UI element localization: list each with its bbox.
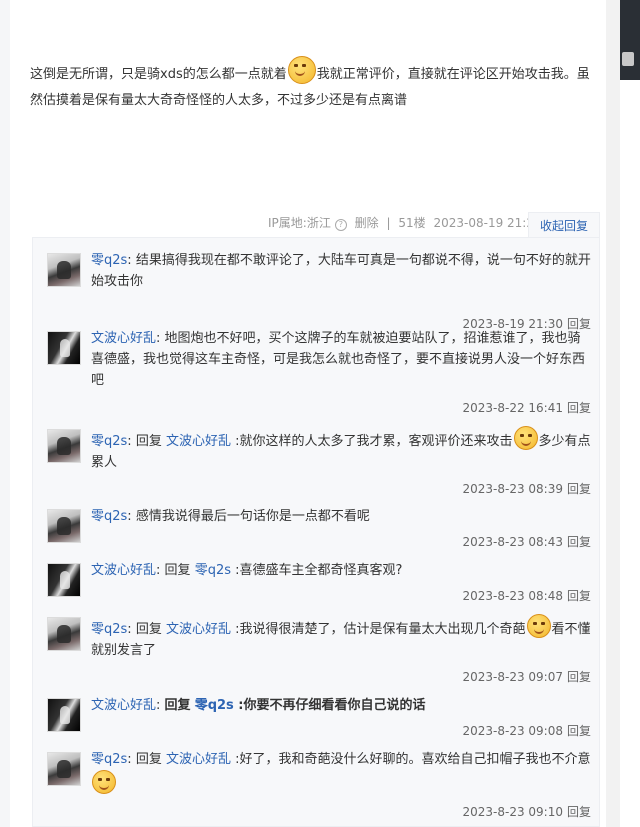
question-icon[interactable]: ? (334, 219, 347, 231)
reply-sep: : (230, 622, 240, 637)
reply-username[interactable]: 文波心好乱 (91, 563, 156, 578)
left-margin (0, 0, 10, 827)
reply-time: 2023-8-23 09:07 (462, 670, 563, 684)
reply-word: 回复 (135, 434, 162, 449)
avatar[interactable] (47, 253, 81, 287)
reply-target[interactable]: 文波心好乱 (166, 434, 231, 449)
reply-content: 零q2s: 回复 文波心好乱 :好了，我和奇葩没什么好聊的。喜欢给自己扣帽子我也… (91, 749, 591, 796)
reply-text: 就你这样的人太多了我才累，客观评价还来攻击 (239, 434, 513, 449)
reply-content: 文波心好乱: 回复 零q2s :喜德盛车主全都奇怪真客观? (91, 560, 591, 581)
reply-username[interactable]: 零q2s (91, 509, 127, 524)
reply-button[interactable]: 回复 (567, 670, 591, 684)
reply-username[interactable]: 文波心好乱 (91, 331, 156, 346)
reply-word: 回复 (164, 698, 191, 713)
right-edge-thumbnail (620, 0, 640, 80)
reply-content: 零q2s: 结果搞得我现在都不敢评论了，大陆车可真是一句都说不得，说一句不好的就… (91, 250, 591, 292)
reply-username[interactable]: 零q2s (91, 622, 127, 637)
reply-meta: 2023-8-23 08:48 回复 (462, 587, 591, 604)
reply-target[interactable]: 零q2s (195, 563, 231, 578)
smug-emoji-icon (513, 426, 538, 450)
reply-meta: 2023-8-23 09:10 回复 (462, 803, 591, 820)
reply-text: 好了，我和奇葩没什么好聊的。喜欢给自己扣帽子我也不介意 (239, 752, 591, 767)
post-time: 2023-08-19 21:27 (433, 216, 542, 230)
reply-button[interactable]: 回复 (567, 535, 591, 549)
reply-username[interactable]: 零q2s (91, 752, 127, 767)
reply-sep-pre: : (127, 752, 136, 767)
reply-content: 零q2s: 回复 文波心好乱 :我说得很清楚了，估计是保有量太大出现几个奇葩 看不… (91, 614, 591, 661)
reply-text: 喜德盛车主全都奇怪真客观? (239, 563, 403, 578)
delete-link[interactable]: 删除 (355, 216, 379, 230)
reply-time: 2023-8-22 16:41 (462, 401, 563, 415)
avatar[interactable] (47, 563, 81, 597)
reply-sep-pre: : (156, 698, 165, 713)
reply-meta: 2023-8-23 09:07 回复 (462, 668, 591, 685)
reply-button[interactable]: 回复 (567, 805, 591, 819)
reply-text: 感情我说得最后一句话你是一点都不看呢 (135, 509, 370, 524)
reply-sep: : (127, 509, 136, 524)
reply-content: 零q2s: 感情我说得最后一句话你是一点都不看呢 (91, 506, 591, 527)
reply-word: 回复 (135, 622, 162, 637)
reply-sep-pre: : (127, 622, 136, 637)
reply-username[interactable]: 文波心好乱 (91, 698, 156, 713)
reply-sep: : (156, 331, 165, 346)
smug-emoji-icon (526, 614, 551, 638)
ip-location: IP属地:浙江 (268, 216, 331, 230)
reply-sep: : (127, 253, 136, 268)
reply-time: 2023-8-23 09:10 (462, 805, 563, 819)
reply-time: 2023-8-23 08:43 (462, 535, 563, 549)
reply-button[interactable]: 回复 (567, 401, 591, 415)
avatar[interactable] (47, 617, 81, 651)
reply-sep-pre: : (127, 434, 136, 449)
separator: | (386, 216, 391, 230)
reply-text: 地图炮也不好吧，买个这牌子的车就被迫要站队了，招谁惹谁了，我也骑喜德盛，我也觉得… (91, 331, 586, 388)
reply-sep: : (230, 434, 240, 449)
reply-time: 2023-8-23 08:39 (462, 482, 563, 496)
reply-word: 回复 (135, 752, 162, 767)
avatar[interactable] (47, 752, 81, 786)
reply-sep: : (233, 698, 244, 713)
reply-target[interactable]: 文波心好乱 (166, 622, 231, 637)
reply-meta: 2023-8-23 09:08 回复 (462, 722, 591, 739)
reply-text: 结果搞得我现在都不敢评论了，大陆车可真是一句都说不得，说一句不好的就开始攻击你 (91, 253, 591, 289)
post-body: 这倒是无所谓，只是骑xds的怎么都一点就着 我就正常评价，直接就在评论区开始攻击我… (30, 56, 590, 114)
reply-target[interactable]: 零q2s (195, 698, 234, 713)
reply-sep: : (230, 752, 240, 767)
reply-word: 回复 (164, 563, 191, 578)
reply-time: 2023-8-23 09:08 (462, 724, 563, 738)
reply-username[interactable]: 零q2s (91, 434, 127, 449)
reply-meta: 2023-8-23 08:39 回复 (462, 480, 591, 497)
avatar[interactable] (47, 509, 81, 543)
floor-number: 51楼 (398, 216, 426, 230)
reply-content: 文波心好乱: 地图炮也不好吧，买个这牌子的车就被迫要站队了，招谁惹谁了，我也骑喜… (91, 328, 591, 391)
reply-button[interactable]: 回复 (567, 589, 591, 603)
reply-meta: 2023-8-23 08:43 回复 (462, 533, 591, 550)
smug-emoji-icon (287, 56, 316, 84)
reply-button[interactable]: 回复 (567, 482, 591, 496)
reply-meta: 2023-8-22 16:41 回复 (462, 399, 591, 416)
avatar[interactable] (47, 331, 81, 365)
avatar[interactable] (47, 429, 81, 463)
reply-time: 2023-8-23 08:48 (462, 589, 563, 603)
reply-sep: : (230, 563, 240, 578)
reply-text: 你要不再仔细看看你自己说的话 (243, 698, 426, 713)
reply-target[interactable]: 文波心好乱 (166, 752, 231, 767)
collapse-replies-button[interactable]: 收起回复 (528, 212, 600, 238)
smile-emoji-icon (92, 770, 116, 794)
reply-text: 我说得很清楚了，估计是保有量太大出现几个奇葩 (239, 622, 526, 637)
reply-sep-pre: : (156, 563, 165, 578)
post-text-before: 这倒是无所谓，只是骑xds的怎么都一点就着 (30, 67, 287, 82)
reply-content: 零q2s: 回复 文波心好乱 :就你这样的人太多了我才累，客观评价还来攻击 多少有… (91, 426, 591, 473)
reply-username[interactable]: 零q2s (91, 253, 127, 268)
post-meta: IP属地:浙江? 删除 | 51楼 2023-08-19 21:27 (268, 214, 546, 231)
reply-button[interactable]: 回复 (567, 724, 591, 738)
right-divider (606, 0, 620, 827)
avatar[interactable] (47, 698, 81, 732)
reply-content: 文波心好乱: 回复 零q2s :你要不再仔细看看你自己说的话 (91, 695, 591, 716)
reply-list: 零q2s: 结果搞得我现在都不敢评论了，大陆车可真是一句都说不得，说一句不好的就… (32, 237, 600, 827)
